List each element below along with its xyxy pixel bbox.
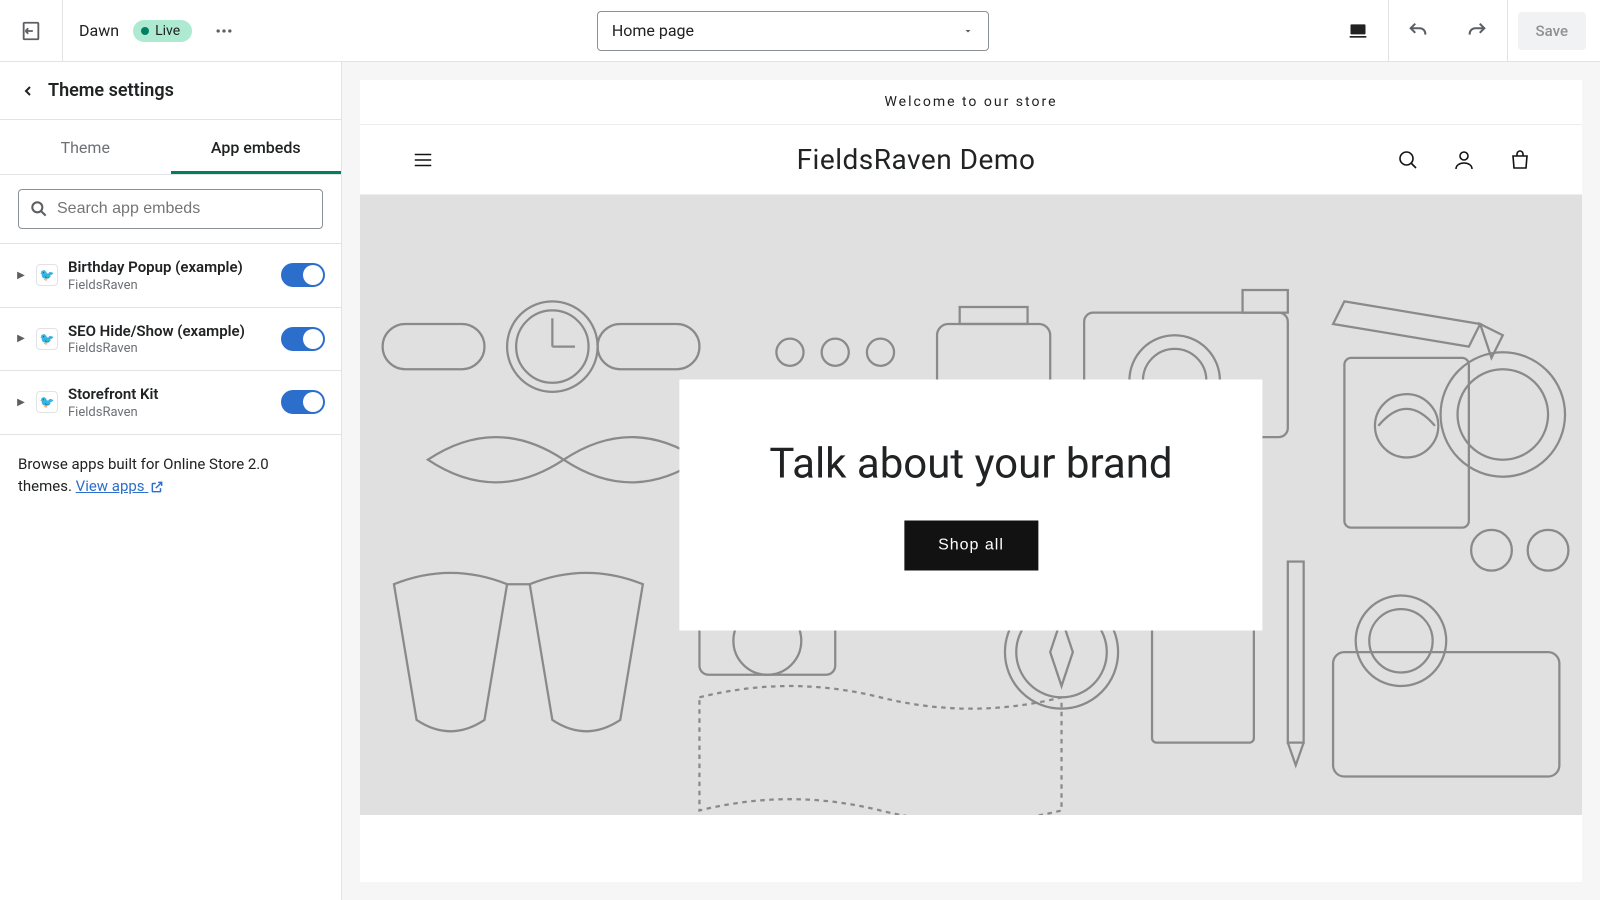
- store-title: FieldsRaven Demo: [797, 143, 1036, 176]
- sidebar: Theme settings Theme App embeds ▶ 🐦 Birt…: [0, 62, 342, 900]
- redo-button[interactable]: [1448, 0, 1507, 62]
- embed-toggle[interactable]: [281, 263, 325, 287]
- caret-right-icon: ▶: [16, 270, 26, 281]
- embed-subtitle: FieldsRaven: [68, 278, 271, 293]
- embed-title: SEO Hide/Show (example): [68, 322, 271, 342]
- page-select[interactable]: Home page: [597, 11, 989, 51]
- embed-toggle[interactable]: [281, 327, 325, 351]
- topbar-left: Dawn Live: [63, 13, 258, 49]
- tab-theme[interactable]: Theme: [0, 120, 171, 174]
- dots-icon: [214, 21, 234, 41]
- embed-row[interactable]: ▶ 🐦 SEO Hide/Show (example) FieldsRaven: [0, 308, 341, 372]
- embed-row[interactable]: ▶ 🐦 Birthday Popup (example) FieldsRaven: [0, 243, 341, 308]
- user-icon: [1452, 148, 1476, 172]
- cart-button[interactable]: [1508, 148, 1532, 172]
- search-icon: [1396, 148, 1420, 172]
- embed-row[interactable]: ▶ 🐦 Storefront Kit FieldsRaven: [0, 371, 341, 435]
- topbar-center: Home page: [258, 11, 1327, 51]
- desktop-icon: [1347, 21, 1369, 41]
- app-icon: 🐦: [36, 264, 58, 286]
- redo-icon: [1466, 20, 1488, 42]
- hero-card: Talk about your brand Shop all: [679, 380, 1262, 631]
- app-icon: 🐦: [36, 328, 58, 350]
- announcement-bar: Welcome to our store: [360, 80, 1582, 125]
- theme-name: Dawn: [79, 21, 119, 40]
- live-dot-icon: [141, 27, 149, 35]
- exit-icon: [20, 20, 42, 42]
- shop-all-button[interactable]: Shop all: [904, 521, 1038, 571]
- page-select-label: Home page: [612, 21, 694, 40]
- store-header: FieldsRaven Demo: [360, 125, 1582, 195]
- embed-list: ▶ 🐦 Birthday Popup (example) FieldsRaven…: [0, 243, 341, 435]
- hamburger-icon: [410, 149, 436, 171]
- sidebar-tabs: Theme App embeds: [0, 120, 341, 175]
- embed-subtitle: FieldsRaven: [68, 405, 271, 420]
- apps-hint: Browse apps built for Online Store 2.0 t…: [0, 435, 341, 516]
- caret-down-icon: [962, 25, 974, 37]
- view-apps-link[interactable]: View apps: [76, 477, 165, 495]
- desktop-view-button[interactable]: [1328, 0, 1388, 62]
- search-box[interactable]: [18, 189, 323, 229]
- store-search-button[interactable]: [1396, 148, 1420, 172]
- live-label: Live: [155, 23, 180, 39]
- tab-app-embeds[interactable]: App embeds: [171, 120, 342, 174]
- preview-area: Welcome to our store FieldsRaven Demo: [342, 62, 1600, 900]
- caret-right-icon: ▶: [16, 397, 26, 408]
- menu-button[interactable]: [410, 149, 436, 171]
- app-icon: 🐦: [36, 391, 58, 413]
- preview-frame: Welcome to our store FieldsRaven Demo: [360, 80, 1582, 882]
- caret-right-icon: ▶: [16, 333, 26, 344]
- live-badge: Live: [133, 20, 192, 42]
- embed-title: Storefront Kit: [68, 385, 271, 405]
- save-button[interactable]: Save: [1518, 12, 1586, 50]
- more-button[interactable]: [206, 13, 242, 49]
- embed-subtitle: FieldsRaven: [68, 341, 271, 356]
- sidebar-title: Theme settings: [48, 80, 174, 101]
- bag-icon: [1508, 148, 1532, 172]
- hero-section: Talk about your brand Shop all: [360, 195, 1582, 815]
- undo-button[interactable]: [1389, 0, 1448, 62]
- account-button[interactable]: [1452, 148, 1476, 172]
- sidebar-header[interactable]: Theme settings: [0, 62, 341, 120]
- embed-toggle[interactable]: [281, 390, 325, 414]
- search-icon: [29, 199, 49, 219]
- chevron-left-icon: [20, 83, 36, 99]
- external-link-icon: [150, 480, 164, 494]
- exit-button[interactable]: [0, 0, 63, 62]
- hero-heading: Talk about your brand: [769, 440, 1172, 489]
- embed-title: Birthday Popup (example): [68, 258, 271, 278]
- topbar-right: Save: [1328, 0, 1600, 62]
- search-input[interactable]: [57, 200, 312, 218]
- undo-icon: [1407, 20, 1429, 42]
- topbar: Dawn Live Home page Save: [0, 0, 1600, 62]
